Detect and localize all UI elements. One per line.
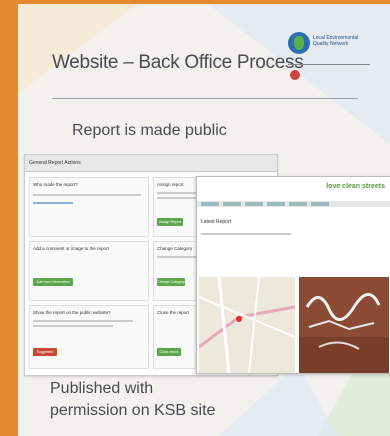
text-line (33, 325, 113, 327)
site-navigation (197, 201, 390, 207)
organisation-logo: Local Environmental Quality Network (286, 30, 372, 94)
graffiti-photo (299, 277, 389, 373)
nav-item[interactable] (289, 202, 307, 206)
report-author-box: Who made the report? (29, 177, 149, 237)
nav-item[interactable] (245, 202, 263, 206)
publish-report-box: Show the report on the public website? S… (29, 305, 149, 369)
slide: Website – Back Office Process Local Envi… (18, 4, 390, 436)
slide-subtitle: Report is made public (72, 122, 227, 139)
text-line (201, 233, 291, 235)
suggested-button[interactable]: Suggested (33, 348, 57, 356)
slide-footer: Published with permission on KSB site (50, 378, 215, 422)
nav-item[interactable] (223, 202, 241, 206)
logo-text: Local Environmental Quality Network (313, 35, 359, 47)
map-image (199, 277, 295, 373)
add-comment-box: Add a comment or image to the report Add… (29, 241, 149, 301)
report-heading: Latest Report (201, 219, 232, 225)
assign-report-button[interactable]: Assign Report (157, 218, 183, 226)
box-title: Close the report (157, 310, 190, 315)
public-website-screenshot: love clean streets Latest Report (196, 176, 390, 374)
site-body: Latest Report (201, 211, 291, 235)
text-line (33, 320, 133, 322)
nav-item[interactable] (311, 202, 329, 206)
title-divider (52, 98, 358, 99)
box-title: Change Category (157, 246, 193, 251)
leaf-logo-icon (288, 32, 310, 54)
box-title: Show the report on the public website? (33, 310, 111, 315)
footer-line-2: permission on KSB site (50, 402, 216, 419)
footer-line-1: Published with (50, 380, 154, 397)
text-line (33, 194, 141, 196)
slide-title: Website – Back Office Process (52, 52, 304, 73)
box-title: Who made the report? (33, 182, 78, 187)
partner-logo-icon (290, 70, 300, 80)
site-brand: love clean streets (326, 183, 385, 190)
close-report-button[interactable]: Close report (157, 348, 181, 356)
add-more-information-button[interactable]: Add more information (33, 278, 73, 286)
link-line[interactable] (33, 202, 73, 204)
box-title: Add a comment or image to the report (33, 246, 109, 251)
change-category-button[interactable]: Change Category (157, 278, 185, 286)
nav-item[interactable] (201, 202, 219, 206)
panel-header: General Report Actions (25, 155, 277, 172)
nav-item[interactable] (267, 202, 285, 206)
logo-divider (288, 64, 370, 65)
box-title: Assign report (157, 182, 184, 187)
